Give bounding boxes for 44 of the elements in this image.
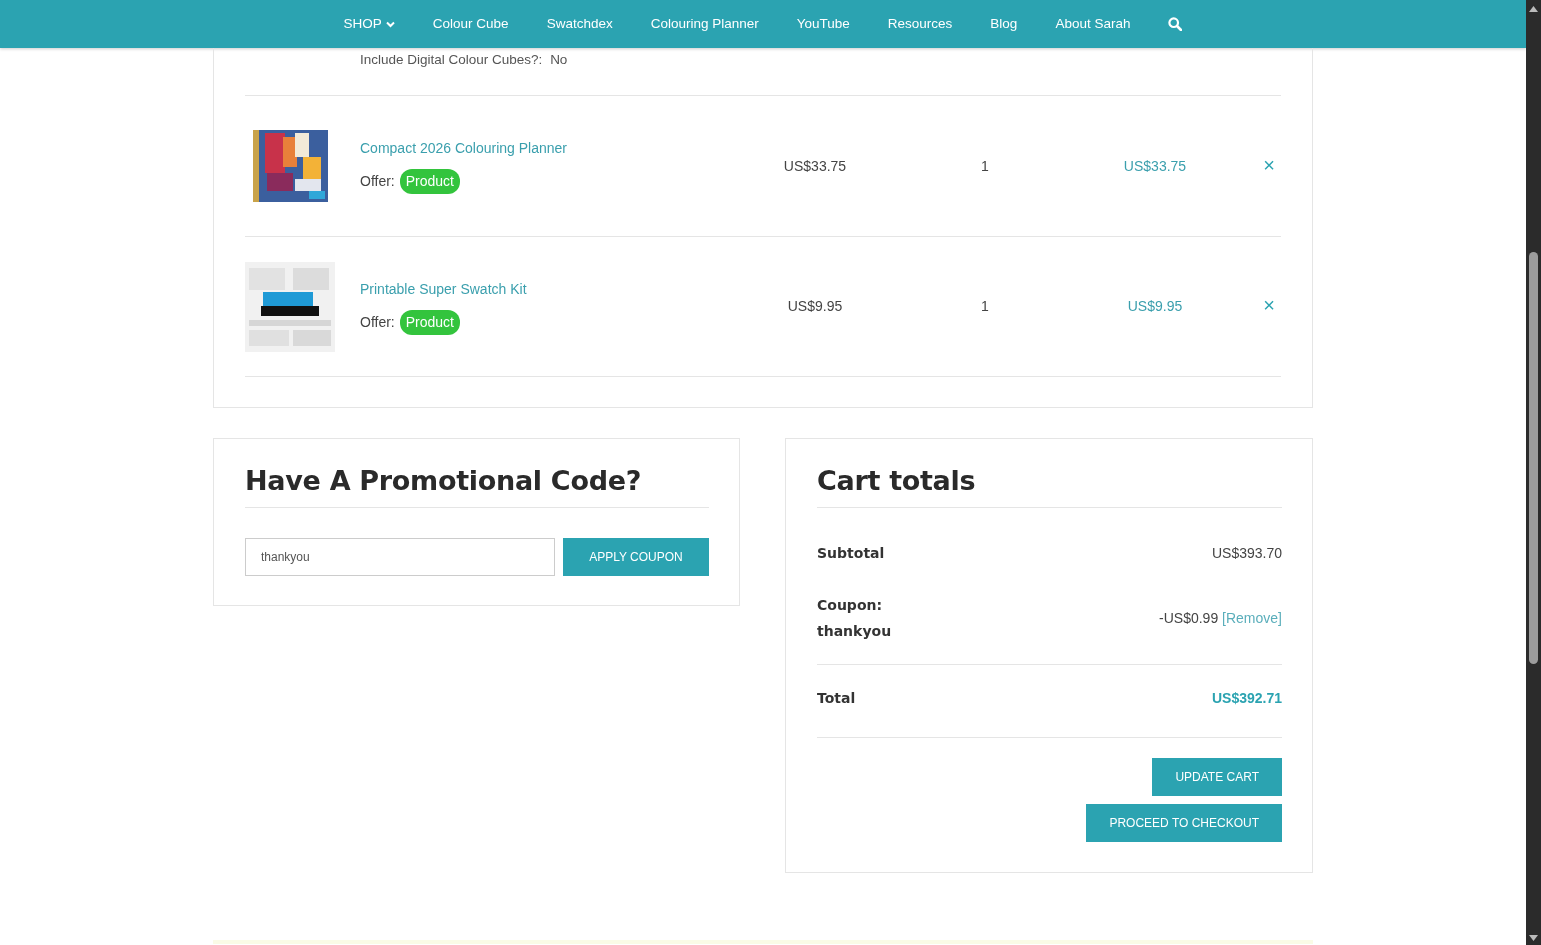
totals-title: Cart totals xyxy=(817,465,1282,509)
line-subtotal: US$33.75 xyxy=(1123,157,1187,174)
totals-label: Subtotal xyxy=(817,544,885,564)
nav-link[interactable]: SHOP xyxy=(324,13,414,35)
remove-item-button[interactable]: × xyxy=(1263,153,1275,176)
chevron-down-icon xyxy=(385,20,395,28)
product-link[interactable]: Printable Super Swatch Kit xyxy=(360,280,527,297)
product-link[interactable]: Compact 2026 Colouring Planner xyxy=(360,140,567,156)
totals-label: Coupon: xyxy=(817,596,884,616)
quantity: 1 xyxy=(981,298,989,314)
offer-label: Offer: xyxy=(360,312,395,332)
apply-coupon-button[interactable]: APPLY COUPON xyxy=(563,538,709,577)
promo-title: Have A Promotional Code? xyxy=(245,465,709,509)
totals-label: Total xyxy=(817,689,856,709)
update-cart-button[interactable]: UPDATE CART xyxy=(1152,758,1282,797)
nav-link[interactable]: Colour Cube xyxy=(413,13,528,35)
remove-item-button[interactable]: × xyxy=(1263,294,1275,316)
product-price: US$9.95 xyxy=(787,298,843,314)
offer-tag: Product xyxy=(399,169,460,194)
remove-coupon-link[interactable]: [Remove] xyxy=(1222,609,1282,626)
checkout-button[interactable]: PROCEED TO CHECKOUT xyxy=(1086,804,1282,843)
offer-tag: Product xyxy=(399,309,460,335)
discount-value: -US$0.99 xyxy=(1159,609,1219,626)
quantity: 1 xyxy=(981,157,989,174)
nav-link[interactable]: Resources xyxy=(868,13,972,35)
coupon-code: thankyou xyxy=(817,622,892,642)
subtotal-value: US$393.70 xyxy=(1211,543,1282,563)
scrollbar[interactable] xyxy=(1526,0,1541,945)
nav-link[interactable]: About Sarah xyxy=(1036,13,1150,35)
scroll-up-icon[interactable] xyxy=(1529,6,1538,12)
scroll-down-icon[interactable] xyxy=(1529,935,1538,941)
coupon-field[interactable]: thankyou xyxy=(245,538,555,577)
nav-link[interactable]: Blog xyxy=(971,13,1037,35)
search-icon xyxy=(1168,17,1183,31)
line-subtotal: US$9.95 xyxy=(1127,298,1183,314)
variation-label: Include Digital Colour Cubes?: xyxy=(360,52,543,67)
offer-label: Offer: xyxy=(360,172,395,191)
product-price: US$33.75 xyxy=(783,157,847,174)
total-value: US$392.71 xyxy=(1211,688,1282,708)
nav-link[interactable]: Colouring Planner xyxy=(631,13,778,35)
nav-link[interactable]: YouTube xyxy=(777,13,869,35)
variation-value: No xyxy=(550,52,568,67)
scrollbar-thumb[interactable] xyxy=(1529,252,1538,664)
nav-link[interactable]: Swatchdex xyxy=(527,13,632,35)
